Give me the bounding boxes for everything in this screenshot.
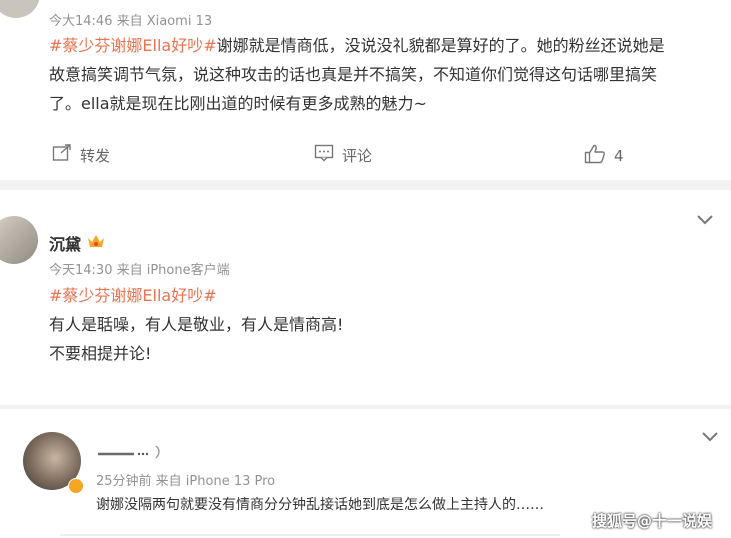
post-text: #蔡少芬谢娜Ella好吵# 有人是聒噪，有人是敬业，有人是情商高! 不要相提并论…	[49, 281, 709, 368]
post-text-line: 有人是聒噪，有人是敬业，有人是情商高!	[49, 315, 344, 334]
username-text: 沉黛	[49, 235, 82, 254]
post-text-line: 了。ella就是现在比刚出道的时候有更多成熟的魅力~	[49, 94, 427, 113]
username[interactable]: 沉黛	[49, 231, 105, 255]
divider	[0, 405, 731, 409]
comment-icon	[314, 144, 334, 166]
like-icon	[584, 144, 606, 168]
post-text-line: 不要相提并论!	[49, 344, 152, 363]
chevron-down-icon[interactable]	[696, 214, 714, 226]
hashtag-link[interactable]: #蔡少芬谢娜Ella好吵#	[49, 36, 217, 55]
username-obscured[interactable]	[96, 442, 166, 464]
verified-badge-icon	[68, 478, 84, 494]
hashtag-link[interactable]: #蔡少芬谢娜Ella好吵#	[49, 286, 217, 305]
post-text: #蔡少芬谢娜Ella好吵#谢娜就是情商低，没说没礼貌都是算好的了。她的粉丝还说她…	[49, 31, 719, 118]
like-button[interactable]: 4	[584, 144, 624, 168]
chevron-down-icon[interactable]	[701, 431, 719, 443]
watermark: 搜狐号@十一说娱	[592, 512, 713, 530]
avatar[interactable]	[0, 216, 38, 264]
comment-button[interactable]: 评论	[314, 144, 372, 166]
post-meta: 今大14:46 来自 Xiaomi 13	[49, 14, 213, 29]
divider	[60, 534, 560, 536]
post-text: 谢娜没隔两句就要没有情商分分钟乱接话她到底是怎么做上主持人的……	[96, 497, 544, 513]
post-text-line: 谢娜就是情商低，没说没礼貌都是算好的了。她的粉丝还说她是	[216, 36, 665, 55]
avatar[interactable]	[0, 0, 40, 18]
repost-button[interactable]: 转发	[52, 144, 110, 166]
repost-label: 转发	[80, 146, 111, 165]
crown-badge-icon	[87, 233, 105, 253]
comment-label: 评论	[342, 146, 373, 165]
post-text-line: 故意搞笑调节气氛，说这种攻击的话也真是并不搞笑，不知道你们觉得这句话哪里搞笑	[49, 65, 658, 84]
post-meta: 今天14:30 来自 iPhone客户端	[49, 263, 230, 278]
divider	[0, 180, 731, 190]
like-count: 4	[614, 147, 624, 165]
post-meta: 25分钟前 来自 iPhone 13 Pro	[96, 474, 276, 489]
repost-icon	[52, 144, 72, 166]
